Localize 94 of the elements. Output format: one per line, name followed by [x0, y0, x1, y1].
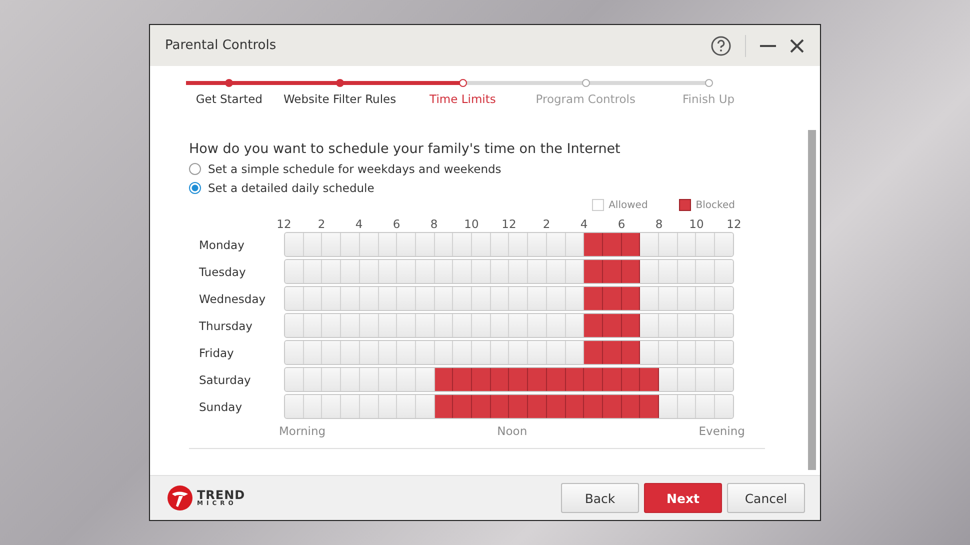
close-icon[interactable] — [790, 38, 804, 52]
time-cell[interactable] — [546, 395, 566, 418]
legend-swatch — [592, 199, 604, 211]
dialog-button[interactable]: Back — [561, 483, 639, 513]
time-cell[interactable] — [453, 395, 472, 418]
day-label: Tuesday — [198, 264, 247, 278]
time-cell[interactable] — [434, 395, 454, 418]
time-cell[interactable] — [622, 233, 640, 256]
hour-label: 10 — [688, 217, 705, 231]
day-label: Friday — [198, 346, 235, 360]
time-cell[interactable] — [715, 368, 733, 391]
time-cell[interactable] — [640, 395, 660, 418]
period-label: Evening — [698, 424, 745, 438]
time-cell[interactable] — [622, 341, 640, 364]
hour-label: 10 — [463, 217, 480, 231]
hour-label: 4 — [354, 217, 364, 231]
time-cell[interactable] — [584, 260, 603, 283]
hour-label: 12 — [500, 217, 518, 231]
hour-label: 6 — [616, 217, 626, 231]
step-label: Time Limits — [430, 92, 496, 106]
time-cell[interactable] — [602, 287, 622, 310]
day-label: Saturday — [198, 372, 252, 386]
step-label: Finish Up — [682, 92, 735, 106]
time-cell[interactable] — [715, 395, 733, 418]
time-cell[interactable] — [584, 368, 603, 391]
step-label: Get Started — [196, 92, 262, 106]
radio-button[interactable] — [189, 163, 201, 175]
radio-button[interactable] — [189, 182, 201, 194]
day-label: Thursday — [198, 318, 254, 332]
hour-label: 12 — [276, 217, 292, 231]
time-cell[interactable] — [602, 368, 622, 391]
hour-label: 4 — [579, 217, 589, 231]
time-cell[interactable] — [602, 395, 622, 418]
time-cell[interactable] — [640, 368, 660, 391]
time-cell[interactable] — [584, 233, 603, 256]
time-cell[interactable] — [602, 233, 622, 256]
time-cell[interactable] — [715, 233, 733, 256]
hour-label: 12 — [726, 217, 742, 231]
time-cell[interactable] — [528, 368, 547, 391]
day-label: Monday — [198, 238, 246, 252]
legend-swatch — [678, 199, 691, 211]
time-cell[interactable] — [566, 395, 584, 418]
hour-label: 6 — [392, 217, 402, 231]
time-cell[interactable] — [715, 341, 733, 364]
time-cell[interactable] — [472, 368, 491, 391]
time-cell[interactable] — [602, 341, 622, 364]
time-cell[interactable] — [602, 314, 622, 337]
time-cell[interactable] — [584, 314, 603, 337]
time-cell[interactable] — [546, 368, 566, 391]
time-cell[interactable] — [490, 395, 510, 418]
time-cell[interactable] — [715, 260, 733, 283]
time-cell[interactable] — [622, 314, 640, 337]
minimize-icon[interactable] — [760, 44, 776, 48]
time-cell[interactable] — [509, 368, 528, 391]
next-button[interactable]: Next — [644, 483, 722, 513]
window-title: Parental Controls — [165, 38, 276, 53]
question-text: How do you want to schedule your family's time on the Internet — [189, 141, 622, 157]
hour-label: 2 — [542, 217, 552, 231]
logo-icon — [167, 485, 193, 511]
time-cell[interactable] — [584, 287, 603, 310]
time-cell[interactable] — [528, 395, 547, 418]
time-cell[interactable] — [566, 368, 584, 391]
time-cell[interactable] — [584, 341, 603, 364]
time-cell[interactable] — [490, 368, 510, 391]
time-cell[interactable] — [622, 260, 640, 283]
hour-label: 2 — [316, 217, 326, 231]
radio-option[interactable]: Set a detailed daily schedule — [189, 181, 764, 195]
hour-label: 8 — [654, 217, 664, 231]
legend-label: Allowed — [608, 200, 648, 210]
time-cell[interactable] — [715, 287, 733, 310]
time-cell[interactable] — [715, 314, 733, 337]
time-cell[interactable] — [434, 368, 454, 391]
time-cell[interactable] — [622, 287, 640, 310]
option-label: Set a simple schedule for weekdays and weekends — [208, 162, 502, 176]
time-cell[interactable] — [509, 395, 528, 418]
step-label: Program Controls — [536, 92, 636, 106]
legend-label: Blocked — [696, 200, 735, 210]
step-label: Website Filter Rules — [283, 92, 396, 106]
radio-option[interactable]: Set a simple schedule for weekdays and weekends — [189, 162, 764, 176]
day-label: Wednesday — [198, 292, 267, 306]
time-cell[interactable] — [472, 395, 491, 418]
time-cell[interactable] — [584, 395, 603, 418]
option-label: Set a detailed daily schedule — [208, 181, 374, 195]
day-label: Sunday — [198, 400, 244, 414]
time-cell[interactable] — [622, 368, 640, 391]
time-cell[interactable] — [602, 260, 622, 283]
period-label: Noon — [497, 424, 528, 438]
hour-label: 8 — [429, 217, 439, 231]
help-icon[interactable] — [711, 36, 731, 56]
time-cell[interactable] — [453, 368, 472, 391]
period-label: Morning — [279, 424, 326, 438]
logo-text: TREND — [197, 489, 246, 501]
time-cell[interactable] — [622, 395, 640, 418]
dialog-button[interactable]: Cancel — [727, 483, 805, 513]
